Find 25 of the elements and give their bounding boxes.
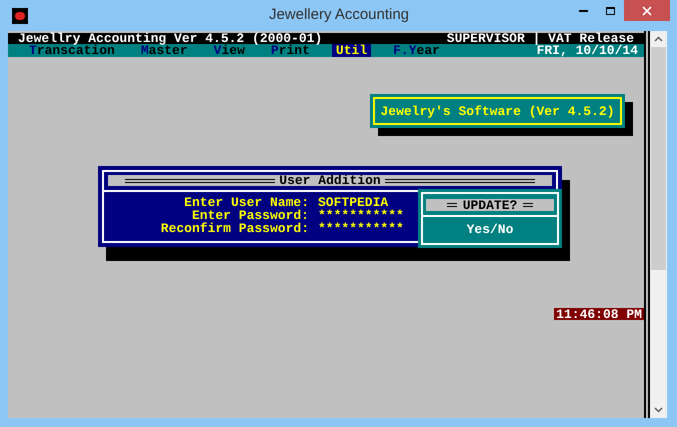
menu-item[interactable]: Util <box>332 44 372 57</box>
scroll-up-icon[interactable] <box>654 36 663 42</box>
user-role-text: SUPERVISOR | VAT Release <box>446 32 634 45</box>
field-label: Enter User Name: <box>183 196 309 209</box>
scroll-down-icon[interactable] <box>654 407 663 413</box>
close-icon <box>642 6 652 16</box>
field-label: Enter Password: <box>192 209 309 222</box>
clock-text: 11:46:08 PM <box>554 308 644 320</box>
field-label: Reconfirm Password: <box>160 222 309 235</box>
menu-item[interactable]: F.Year <box>389 44 444 57</box>
confirm-title: UPDATE? <box>462 198 518 212</box>
app-icon <box>12 8 28 24</box>
confirm-prompt[interactable]: Yes/No <box>466 223 514 236</box>
scrollbar[interactable] <box>650 31 667 418</box>
menu-item[interactable]: Print <box>266 44 314 57</box>
menu-item[interactable]: Master <box>136 44 192 57</box>
app-version-text: Jewellry Accounting Ver 4.5.2 (2000-01) <box>18 32 322 45</box>
date-text: FRI, 10/10/14 <box>536 44 638 57</box>
scrollbar-thumb[interactable] <box>651 47 666 270</box>
window-title: Jewellery Accounting <box>268 5 410 26</box>
menu-item[interactable]: Transcation <box>25 44 119 57</box>
menu-item[interactable]: View <box>210 44 249 57</box>
close-button[interactable] <box>624 0 670 21</box>
dialog-title: User Addition <box>279 174 381 187</box>
banner-text: Jewelry's Software (Ver 4.5.2) <box>373 97 622 125</box>
